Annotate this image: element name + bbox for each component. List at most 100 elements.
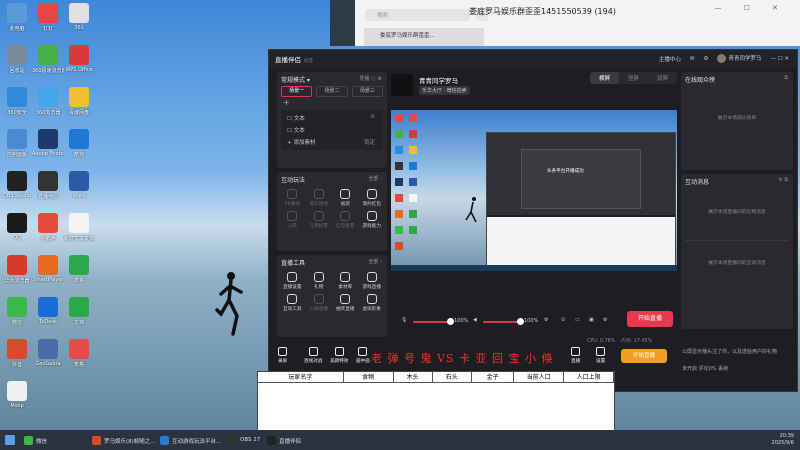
desktop-icon[interactable]: GeoGebra: [32, 339, 64, 367]
overlay-tool[interactable]: 直播: [571, 347, 580, 364]
tool-button[interactable]: 游戏直播: [359, 271, 386, 290]
speaker-slider[interactable]: [483, 318, 524, 325]
tool-button[interactable]: 互动工具: [279, 293, 306, 312]
tool-button[interactable]: 红包投票: [332, 210, 359, 229]
interact-more-link[interactable]: 全部 ›: [368, 175, 382, 182]
add-source-button[interactable]: + 添加素材 锁定: [281, 135, 383, 147]
settings-icon[interactable]: ⚙: [704, 56, 709, 62]
desktop-icon[interactable]: OBS Studio: [1, 171, 33, 199]
viewers-empty-text: 展示本场观众榜单: [717, 116, 757, 121]
start-icon[interactable]: [5, 435, 15, 445]
desktop-icon[interactable]: 360极速浏览器: [32, 45, 64, 74]
desktop-icon[interactable]: ToDesk: [32, 297, 64, 325]
screen-icon[interactable]: ▭: [575, 317, 580, 323]
tools-more-link[interactable]: 全部 ›: [368, 258, 382, 265]
tool-button[interactable]: 福袋: [332, 188, 359, 207]
overlay-tool[interactable]: 画中画: [356, 347, 370, 364]
desktop-icon[interactable]: 微信: [1, 297, 33, 326]
qq-chat-item[interactable]: 娄底罗马娱乐群歪歪...: [364, 28, 484, 46]
tool-button[interactable]: PK连线: [279, 188, 306, 207]
mic-slider[interactable]: [413, 318, 454, 325]
overlay-tool[interactable]: 设置: [596, 347, 605, 364]
taskbar-item[interactable]: 互动游戏玩法平台...: [158, 433, 223, 447]
tool-button[interactable]: 素材库: [332, 271, 359, 290]
desktop-icon[interactable]: 表格: [63, 339, 95, 368]
desktop-icon[interactable]: 百度网盘: [63, 87, 95, 116]
taskbar-item[interactable]: 罗马娱乐(8)帧随之...: [90, 433, 158, 447]
desktop-icon[interactable]: 钉钉: [32, 3, 64, 32]
desktop-icon[interactable]: 华为浏览器: [1, 255, 33, 284]
desktop-icon[interactable]: 文档: [63, 297, 95, 326]
preview-nested-window: 头条平台开播成功: [486, 132, 676, 271]
source-item[interactable]: ☐ 文本: [281, 123, 383, 135]
visibility-icon[interactable]: ⊘: [370, 114, 375, 120]
mic-icon[interactable]: 🎙︎: [401, 317, 407, 323]
app-icon: [69, 171, 89, 191]
tool-button[interactable]: 直播设置: [279, 271, 306, 290]
record-icon[interactable]: ⊙: [561, 317, 565, 323]
overlay-tool[interactable]: 连线对战: [304, 347, 322, 364]
add-scene-button[interactable]: +: [277, 97, 387, 108]
tool-button[interactable]: 抽奖直播: [332, 293, 359, 312]
overlay-tool[interactable]: 录屏: [278, 347, 287, 364]
desktop-icon[interactable]: 抖音: [1, 339, 33, 368]
lock-button[interactable]: 锁定: [364, 138, 375, 146]
desktop-icon[interactable]: 回收站: [1, 45, 33, 74]
live-preview[interactable]: 头条平台开播成功: [391, 110, 677, 271]
tab-landscape[interactable]: 横屏: [589, 72, 619, 84]
desktop-icon[interactable]: SmartPlayer: [32, 255, 64, 283]
mode-select[interactable]: 常规模式: [281, 77, 305, 84]
settings-gear-icon[interactable]: ⚙: [603, 317, 607, 323]
window-controls[interactable]: — ☐ ✕: [770, 56, 789, 62]
source-item[interactable]: ☐ 文本 ⊘: [281, 111, 383, 123]
tab-dual[interactable]: 双屏: [648, 72, 677, 84]
tool-button[interactable]: 简约红包: [359, 188, 386, 207]
qq-search-input[interactable]: 搜索: [365, 9, 470, 21]
camera-icon[interactable]: ▣: [589, 317, 594, 323]
clock[interactable]: 20:39 2025/9/6: [772, 433, 794, 447]
speaker-icon[interactable]: ◀︎: [473, 317, 477, 323]
desktop-icon[interactable]: 直播伴侣: [32, 171, 64, 200]
taskbar-item[interactable]: 直播伴侣: [265, 433, 303, 447]
desktop-icon[interactable]: 表格: [63, 255, 95, 284]
tool-button[interactable]: 观众连线: [306, 188, 333, 207]
tab-portrait[interactable]: 竖屏: [619, 72, 648, 84]
fx-icon[interactable]: ⚙: [544, 317, 548, 323]
tool-button[interactable]: 礼物投票: [306, 210, 333, 229]
desktop-icon[interactable]: WPS Office: [63, 45, 95, 73]
tool-button[interactable]: 心愿直播: [306, 293, 333, 312]
tool-button[interactable]: 游戏能力: [359, 210, 386, 229]
overlay-tool[interactable]: 美颜特效: [330, 347, 348, 364]
overlay-start-button[interactable]: 开始直播: [621, 349, 667, 363]
anchor-tag[interactable]: 乐华大厅 · 微信拍卖: [419, 86, 470, 95]
tab-scene-1[interactable]: 场景一: [281, 86, 313, 97]
tool-button[interactable]: 虚拟形象: [359, 293, 386, 312]
desktop-icon[interactable]: 此电脑: [1, 3, 33, 32]
desktop-icon[interactable]: Word: [63, 171, 95, 199]
messages-settings-icon[interactable]: ⚙ ⧉: [778, 177, 788, 183]
desktop-icon[interactable]: 360浏览器: [32, 87, 64, 116]
tool-icon: [366, 211, 377, 221]
user-center-link[interactable]: 主播中心: [659, 55, 681, 63]
qq-window-controls[interactable]: — ☐ ✕: [714, 4, 788, 12]
tool-button[interactable]: 心愿: [279, 210, 306, 229]
desktop-icon[interactable]: 酷狗: [63, 129, 95, 158]
message-icon[interactable]: ✉: [690, 56, 695, 62]
desktop-icon[interactable]: QQ: [1, 213, 33, 241]
tool-button[interactable]: 礼物: [306, 271, 333, 290]
start-live-button[interactable]: 开始直播: [627, 311, 673, 327]
tab-scene-3[interactable]: 场景三: [351, 86, 383, 97]
desktop-icon[interactable]: 小鹅通: [32, 213, 64, 242]
desktop-icon[interactable]: 360安全: [1, 87, 33, 116]
desktop-icon[interactable]: 360: [63, 3, 95, 31]
desktop-icon[interactable]: Msbp: [1, 381, 33, 409]
tab-scene-2[interactable]: 场景二: [316, 86, 348, 97]
desktop-icon[interactable]: 控制面板: [1, 129, 33, 158]
taskbar-item[interactable]: OBS 27: [226, 433, 262, 447]
user-profile[interactable]: 青青同学罗马: [717, 54, 761, 63]
taskbar-item[interactable]: 微信: [22, 433, 49, 447]
desktop-icon[interactable]: 新建文本文档: [63, 213, 95, 242]
desktop-icon[interactable]: Adobe Photoshop: [32, 129, 64, 157]
director-toggle[interactable]: 导播 ⓘ ⚙: [359, 75, 382, 82]
viewers-expand-icon[interactable]: ⧉: [784, 75, 788, 81]
